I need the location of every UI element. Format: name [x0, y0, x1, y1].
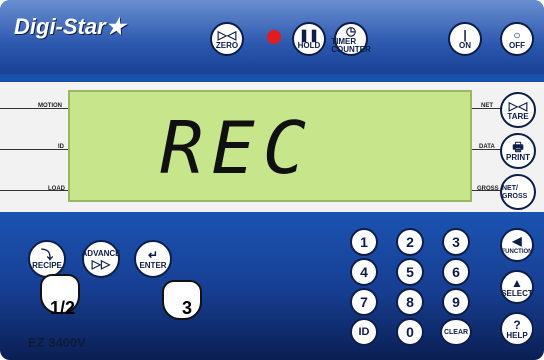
zero-label: ZERO	[215, 40, 239, 50]
key-7[interactable]: 7	[350, 288, 378, 316]
recipe-label: RECIPE	[32, 260, 62, 270]
off-label: OFF	[509, 40, 525, 50]
left-guide-line-1	[0, 108, 68, 109]
select-button[interactable]: ▲ SELECT	[500, 270, 534, 304]
key-2[interactable]: 2	[396, 228, 424, 256]
print-label: PRINT	[506, 152, 530, 162]
printer-icon: 🖶	[512, 139, 524, 154]
on-button[interactable]: | ON	[448, 22, 482, 56]
gross-label: GROSS	[477, 186, 499, 192]
lcd-display: REC	[68, 90, 472, 202]
load-label: LOAD	[48, 186, 65, 192]
top-bar: Digi-Star★ ▷◁ ZERO ❚❚ HOLD ◷ TIMER COUNT…	[0, 0, 544, 74]
enter-label: ENTER	[139, 260, 167, 270]
on-label: ON	[459, 40, 471, 50]
left-arrow-icon: ◀	[512, 233, 522, 248]
zero-button[interactable]: ▷◁ ZERO	[210, 22, 244, 56]
pause-icon: ❚❚	[298, 27, 320, 42]
fast-forward-icon: ▷▷	[91, 256, 111, 271]
clock-icon: ◷	[345, 23, 357, 38]
power-off-icon: ○	[513, 27, 521, 42]
tare-button[interactable]: ▷◁ TARE	[500, 92, 536, 128]
key-0[interactable]: 0	[396, 318, 424, 346]
function-label: FUNCTION	[501, 248, 533, 255]
step-label-1: 1/2	[50, 298, 76, 318]
status-led	[267, 30, 281, 44]
key-8[interactable]: 8	[396, 288, 424, 316]
enter-button[interactable]: ↵ ENTER	[134, 240, 172, 278]
net-gross-button[interactable]: NET/ GROSS	[500, 174, 536, 210]
timer-counter-button[interactable]: ◷ TIMER COUNTER	[331, 22, 371, 56]
help-button[interactable]: ? HELP	[500, 312, 534, 346]
key-6[interactable]: 6	[442, 258, 470, 286]
hold-label: HOLD	[297, 40, 321, 50]
help-label: HELP	[506, 330, 528, 340]
step-label-2: 3	[182, 298, 193, 318]
scale-indicator-frame: Digi-Star★ ▷◁ ZERO ❚❚ HOLD ◷ TIMER COUNT…	[0, 0, 544, 360]
select-label: SELECT	[501, 288, 533, 298]
off-button[interactable]: ○ OFF	[500, 22, 534, 56]
key-clear[interactable]: CLEAR	[440, 318, 472, 346]
timer-counter-label: TIMER COUNTER	[331, 36, 371, 54]
function-button[interactable]: ◀ FUNCTION	[500, 228, 534, 262]
key-3[interactable]: 3	[442, 228, 470, 256]
key-1[interactable]: 1	[350, 228, 378, 256]
model-name: EZ 3400V	[28, 335, 86, 350]
key-9[interactable]: 9	[442, 288, 470, 316]
advance-button[interactable]: ADVANCE ▷▷	[82, 240, 120, 278]
hold-button[interactable]: ❚❚ HOLD	[292, 22, 326, 56]
help-icon: ?	[513, 317, 521, 332]
net-gross-label: NET/ GROSS	[502, 184, 528, 200]
key-4[interactable]: 4	[350, 258, 378, 286]
recipe-button[interactable]: ⤵ RECIPE	[28, 240, 66, 278]
recipe-icon: ⤵	[40, 247, 53, 262]
key-5[interactable]: 5	[396, 258, 424, 286]
left-guide-line-2	[0, 149, 68, 150]
print-button[interactable]: 🖶 PRINT	[500, 133, 536, 169]
key-id[interactable]: ID	[350, 318, 378, 346]
lcd-text: REC	[160, 106, 315, 190]
enter-icon: ↵	[147, 247, 159, 262]
power-on-icon: |	[463, 27, 467, 42]
up-arrow-icon: ▲	[511, 275, 523, 290]
left-guide-line-3	[0, 190, 68, 191]
tare-label: TARE	[507, 111, 529, 121]
brand-logo: Digi-Star★	[14, 14, 126, 39]
tare-icon: ▷◁	[508, 98, 528, 113]
zero-icon: ▷◁	[217, 27, 237, 42]
